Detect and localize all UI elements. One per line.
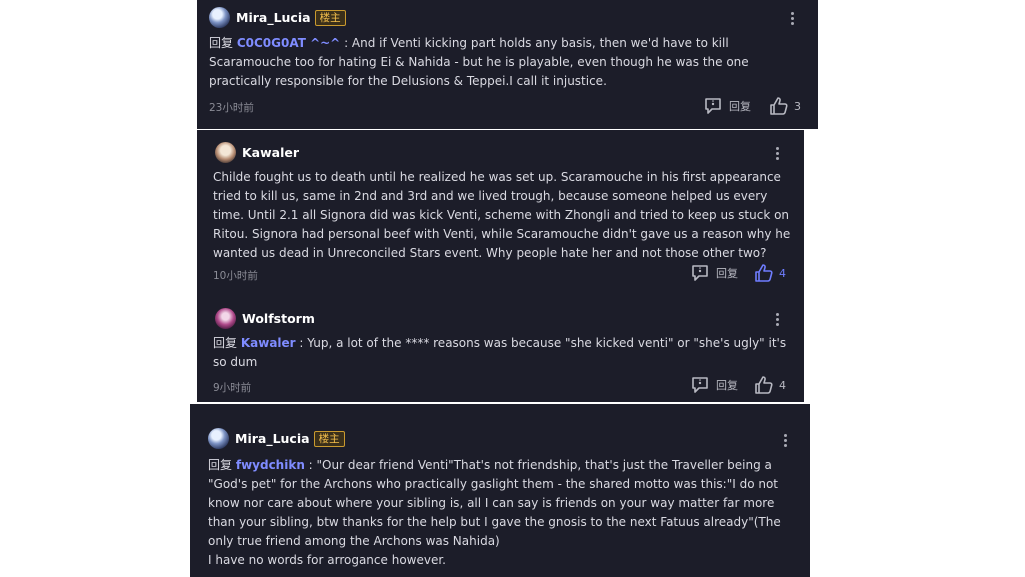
reply-button[interactable]: 回复 [690, 375, 738, 395]
avatar[interactable] [208, 428, 229, 449]
comment-header: Mira_Lucia 楼主 [209, 7, 346, 28]
timestamp: 9小时前 [213, 382, 252, 394]
more-options-icon[interactable] [791, 10, 795, 27]
comment-card: Mira_Lucia 楼主 回复 C0C0G0AT ^~^ : And if V… [197, 0, 818, 129]
comment-text: 回复 C0C0G0AT ^~^ : And if Venti kicking p… [209, 34, 805, 91]
reply-label: 回复 [716, 379, 738, 392]
op-badge: 楼主 [313, 430, 345, 447]
username[interactable]: Kawaler [242, 145, 299, 160]
avatar[interactable] [215, 308, 236, 329]
comment-actions: 回复 3 [703, 96, 801, 116]
comment-reply-icon [692, 265, 708, 281]
more-options-icon[interactable] [776, 145, 780, 162]
comment-body: Childe fought us to death until he reali… [213, 170, 791, 260]
comment-text: 回复 Kawaler : Yup, a lot of the **** reas… [213, 334, 793, 372]
like-button[interactable]: 3 [769, 96, 801, 116]
comment-header: Wolfstorm [215, 308, 315, 329]
reply-thread-card: Kawaler Childe fought us to death until … [197, 130, 804, 402]
timestamp: 10小时前 [213, 270, 258, 282]
reply-label: 回复 [716, 267, 738, 280]
comment-card: Mira_Lucia 楼主 回复 fwydchikn : "Our dear f… [190, 404, 810, 577]
comment-reply-icon [692, 377, 708, 393]
mention-link[interactable]: C0C0G0AT ^~^ [237, 36, 340, 50]
separator: : [304, 458, 317, 472]
reply-prefix: 回复 [209, 36, 234, 50]
avatar[interactable] [209, 7, 230, 28]
comment-header: Kawaler [215, 142, 299, 163]
more-options-icon[interactable] [784, 432, 788, 449]
separator: : [340, 36, 352, 50]
avatar[interactable] [215, 142, 236, 163]
like-button[interactable]: 4 [754, 263, 786, 283]
separator: : [295, 336, 308, 350]
mention-link[interactable]: Kawaler [241, 336, 296, 350]
reply-button[interactable]: 回复 [690, 263, 738, 283]
reply-label: 回复 [729, 100, 751, 113]
reply-prefix: 回复 [208, 458, 233, 472]
thumbs-up-icon [755, 264, 773, 282]
comment-text: 回复 fwydchikn : "Our dear friend Venti"Th… [208, 456, 796, 570]
comment-body-line: I have no words for arrogance however. [208, 553, 446, 567]
timestamp: 23小时前 [209, 102, 254, 114]
like-count: 3 [794, 99, 801, 113]
comment-actions: 回复 4 [690, 375, 786, 395]
like-count: 4 [779, 266, 786, 280]
thumbs-up-icon [755, 376, 773, 394]
username[interactable]: Mira_Lucia [236, 10, 311, 25]
more-options-icon[interactable] [776, 311, 780, 328]
reply-button[interactable]: 回复 [703, 96, 751, 116]
like-button[interactable]: 4 [754, 375, 786, 395]
thumbs-up-icon [770, 97, 788, 115]
username[interactable]: Mira_Lucia [235, 431, 310, 446]
comment-actions: 回复 4 [690, 263, 786, 283]
username[interactable]: Wolfstorm [242, 311, 315, 326]
comment-reply-icon [705, 98, 721, 114]
like-count: 4 [779, 378, 786, 392]
comment-header: Mira_Lucia 楼主 [208, 428, 345, 449]
reply-prefix: 回复 [213, 336, 238, 350]
mention-link[interactable]: fwydchikn [236, 458, 305, 472]
comment-text: Childe fought us to death until he reali… [213, 168, 793, 263]
op-badge: 楼主 [314, 9, 346, 26]
